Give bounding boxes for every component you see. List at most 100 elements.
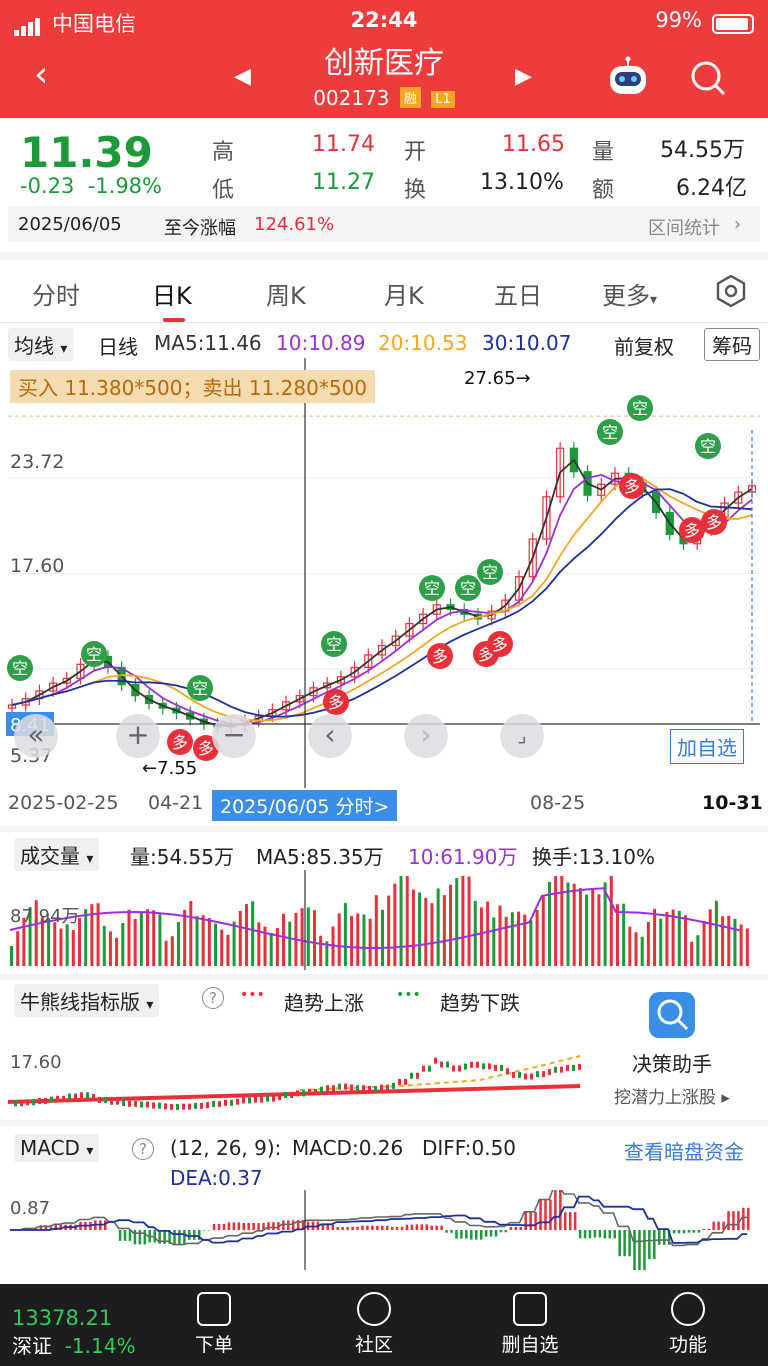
bullbear-candle	[380, 1084, 383, 1091]
turnover-label: 换	[404, 178, 427, 203]
volume-bar	[251, 901, 255, 966]
volume-bar	[449, 884, 453, 966]
macd-bar	[217, 1224, 221, 1230]
macd-bar	[173, 1230, 176, 1244]
adjust-toggle[interactable]: 前复权	[614, 331, 674, 360]
indicator-dropdown[interactable]: 均线 ▾	[8, 328, 74, 361]
bullbear-candle	[188, 1103, 191, 1110]
down-label: 趋势下跌	[440, 991, 520, 1015]
x-axis: 2025-02-25 04-21 2025/06/05 分时> 08-25 10…	[0, 790, 768, 821]
sell-signal-label: 空	[326, 635, 342, 654]
remove-favorite-button[interactable]: 删自选	[490, 1292, 570, 1357]
index-name: 深证	[12, 1334, 52, 1358]
macd-dropdown[interactable]: MACD ▾	[14, 1134, 100, 1162]
index-ticker[interactable]: 13378.21 深证 -1.14%	[12, 1306, 135, 1359]
help-icon[interactable]: ?	[202, 987, 224, 1009]
macd-params: (12, 26, 9):	[170, 1136, 282, 1160]
macd-bar	[385, 1225, 389, 1230]
open-value: 11.65	[502, 132, 565, 157]
macd-bar	[346, 1227, 349, 1230]
ma-legend-row: 均线 ▾ 日线 MA5:11.46 10:10.89 20:10.53 30:1…	[0, 328, 768, 361]
volume-bar	[288, 921, 292, 966]
change-pct: -1.98%	[87, 174, 162, 198]
add-favorite-button[interactable]: 加自选	[670, 729, 744, 764]
volume-bar	[152, 910, 156, 966]
buy-signal-label: 多	[706, 513, 722, 532]
tab-more[interactable]: 更多▾	[602, 276, 657, 311]
ma5-value: MA5:11.46	[154, 331, 262, 355]
macd-bar	[128, 1230, 132, 1241]
volume-bar	[572, 883, 576, 966]
range-row[interactable]: 2025/06/05 至今涨幅 124.61% 区间统计 ›	[8, 206, 760, 242]
macd-bar	[479, 1230, 483, 1240]
robot-assistant-icon[interactable]	[604, 56, 652, 100]
dark-pool-link[interactable]: 查看暗盘资金	[624, 1136, 744, 1165]
zoom-out-icon[interactable]: −	[212, 714, 256, 758]
candlestick-chart[interactable]: 空空空空空空空空空空多多多多多多多多多 23.72 17.60 5.37 27.…	[0, 358, 768, 788]
tab-intraday[interactable]: 分时	[32, 276, 80, 311]
volume-bar	[84, 909, 88, 966]
period-tabs: 分时 日K 周K 月K 五日 更多▾	[0, 262, 768, 322]
scroll-left-icon[interactable]: «	[14, 714, 58, 758]
prev-day-icon[interactable]: ‹	[308, 714, 352, 758]
dropdown-label: 牛熊线指标版	[20, 990, 140, 1014]
macd-chart: 0.87	[10, 1190, 750, 1270]
tab-weekly[interactable]: 周K	[266, 276, 306, 311]
macd-bar	[712, 1221, 715, 1230]
volume-bar	[702, 921, 706, 966]
battery-percent: 99%	[655, 8, 702, 32]
macd-bar	[450, 1230, 453, 1233]
macd-bar	[465, 1230, 468, 1239]
tab-daily[interactable]: 日K	[152, 276, 192, 311]
macd-bar	[356, 1226, 359, 1230]
macd-bar	[341, 1227, 344, 1230]
volume-bar	[560, 876, 564, 966]
volume-bar	[585, 894, 589, 966]
bullbear-dropdown[interactable]: 牛熊线指标版 ▾	[14, 984, 160, 1017]
functions-button[interactable]: 功能	[648, 1292, 728, 1357]
volume-bar	[232, 921, 236, 966]
macd-bar	[564, 1212, 567, 1230]
search-icon[interactable]	[688, 58, 728, 98]
chip-button[interactable]: 筹码	[704, 328, 760, 361]
bullbear-candle	[410, 1072, 413, 1079]
volume-bar	[244, 904, 248, 966]
bullbear-candle	[254, 1096, 257, 1103]
settings-icon[interactable]	[714, 274, 748, 308]
zoom-in-icon[interactable]: +	[116, 714, 160, 758]
volume-bar	[189, 901, 193, 966]
tab-monthly[interactable]: 月K	[384, 276, 424, 311]
volume-bar	[739, 924, 743, 966]
community-button[interactable]: 社区	[334, 1292, 414, 1357]
bullbear-candle	[194, 1102, 197, 1109]
bullbear-candle	[44, 1097, 47, 1104]
volume-bar	[71, 930, 75, 966]
document-icon	[197, 1292, 231, 1326]
range-stat-link[interactable]: 区间统计	[648, 214, 720, 240]
volume-bar	[665, 912, 669, 966]
selected-date-badge[interactable]: 2025/06/05 分时>	[212, 790, 398, 821]
order-button[interactable]: 下单	[174, 1292, 254, 1357]
volume-bar	[183, 909, 187, 966]
fullscreen-icon[interactable]: ⌟	[500, 714, 544, 758]
volume-dropdown[interactable]: 成交量 ▾	[14, 838, 100, 871]
macd-bar	[494, 1230, 498, 1237]
decision-assistant-icon	[649, 992, 695, 1038]
volume-bar	[214, 923, 218, 966]
bullbear-candle	[182, 1103, 185, 1110]
buy-signal-label: 多	[198, 739, 214, 758]
since-label: 至今涨幅	[164, 218, 236, 239]
macd-bar	[682, 1230, 686, 1234]
bullbear-candle	[458, 1065, 461, 1072]
price-change: -0.23 -1.98%	[20, 174, 162, 198]
help-icon[interactable]: ?	[132, 1138, 154, 1160]
next-day-icon[interactable]: ›	[404, 714, 448, 758]
ma-line	[11, 458, 753, 728]
sell-signal-label: 空	[700, 437, 716, 456]
tab-five-day[interactable]: 五日	[494, 276, 542, 311]
volume-bar	[615, 904, 619, 966]
decision-assistant-card[interactable]: 决策助手 挖潜力上涨股 ▸	[584, 980, 760, 1116]
sell-signal-label: 空	[602, 423, 618, 442]
bullbear-candle	[464, 1063, 467, 1070]
macd-bar	[484, 1230, 488, 1237]
